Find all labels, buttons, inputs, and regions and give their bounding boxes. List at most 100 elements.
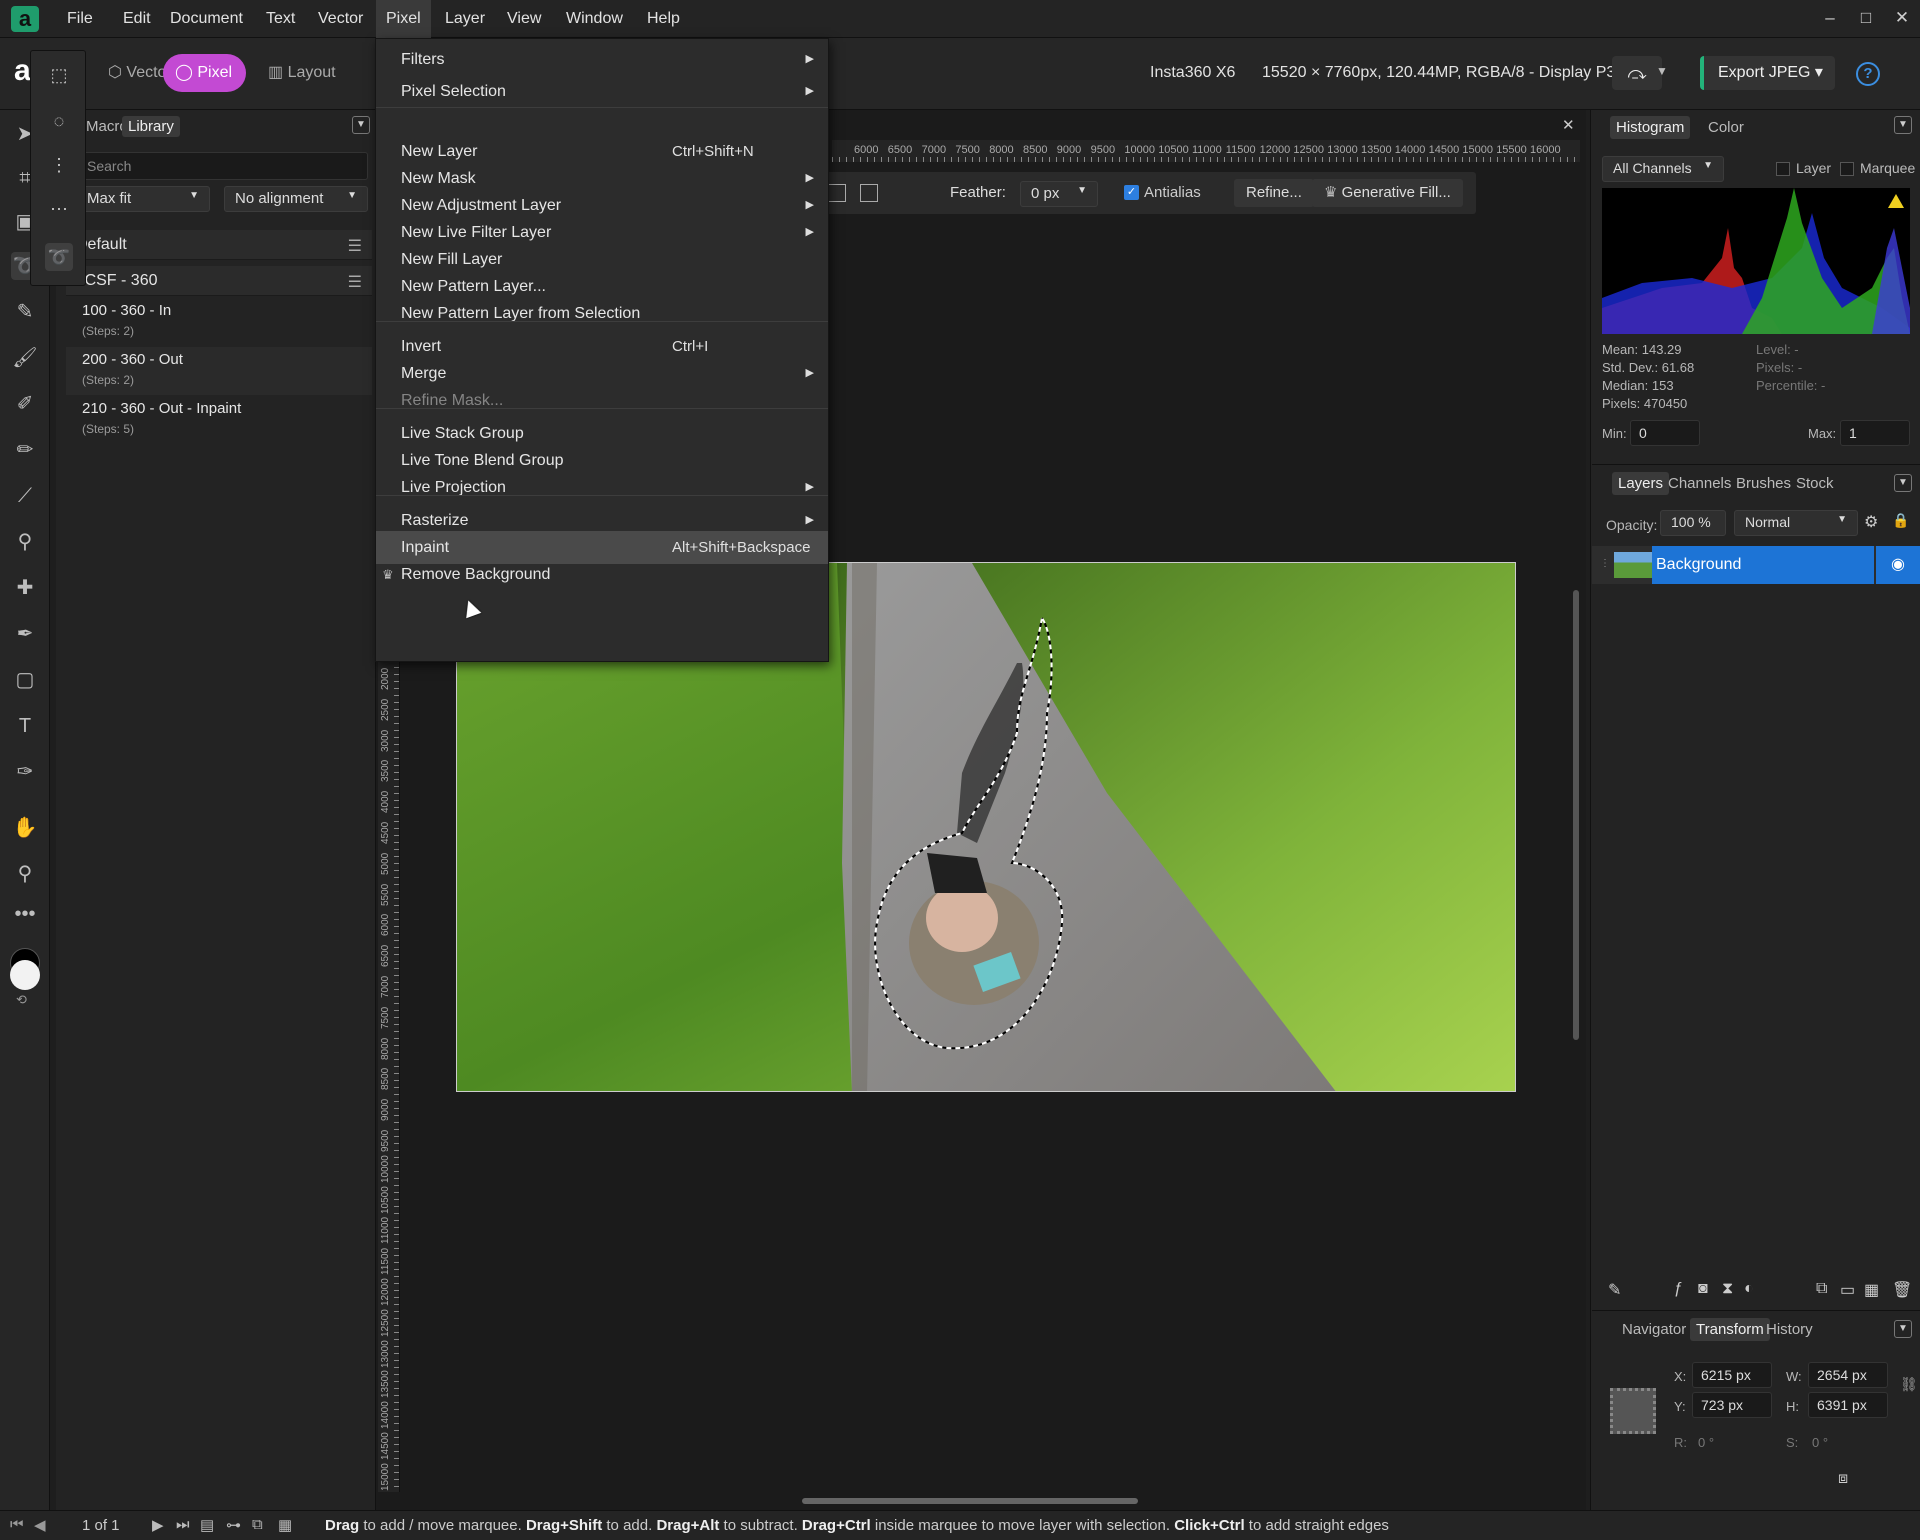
y-input[interactable]: 723 px [1692,1392,1772,1418]
menu-item-remove-background[interactable]: ♛ Remove Background [376,558,828,591]
tab-navigator[interactable]: Navigator [1616,1318,1692,1341]
snapping-icon[interactable]: ⤼ [1612,56,1662,90]
tab-history[interactable]: History [1760,1318,1819,1341]
macro-group-csf-360[interactable]: ▾ CSF - 360☰ [66,266,372,296]
feather-input[interactable]: 0 px ▼ [1020,181,1098,207]
refine-button[interactable]: Refine... [1234,179,1314,207]
tab-stock[interactable]: Stock [1790,472,1840,495]
close-icon[interactable]: ✕ [1882,0,1920,38]
panel-menu-icon[interactable]: ▼ [1894,1320,1912,1338]
pixel-layer-icon[interactable]: ▦ [1864,1280,1879,1300]
w-input[interactable]: 2654 px [1808,1362,1888,1388]
horizontal-scrollbar[interactable] [390,1496,1566,1506]
generative-fill-button[interactable]: ♛ Generative Fill... [1312,179,1463,207]
min-input[interactable]: 0 [1630,420,1700,446]
transform-origin-icon[interactable]: ⧈ [1838,1470,1848,1488]
play-icon[interactable]: ▶ [152,1516,164,1534]
adjustment-icon[interactable]: ◐ [1744,1280,1754,1298]
tab-library[interactable]: Library [122,116,180,137]
layer-row[interactable]: ⋮⋮ Background ◉ [1592,546,1920,584]
zoom-tool-icon[interactable]: ⚲ [11,860,39,888]
erase-brush-icon[interactable]: ✐ [11,390,39,418]
minimize-icon[interactable]: – [1810,0,1850,38]
maximize-icon[interactable]: □ [1846,0,1886,38]
blend-mode-dropdown[interactable]: Normal ▼ [1734,510,1858,536]
menu-vector[interactable]: Vector [308,0,373,38]
h-input[interactable]: 6391 px [1808,1392,1888,1418]
opacity-dropdown[interactable]: 100 % [1660,510,1726,536]
live-filter-icon[interactable]: ⧗ [1722,1280,1733,1298]
layer-name[interactable]: Background [1652,546,1874,584]
selection-add-icon[interactable] [860,184,878,202]
menu-document[interactable]: Document [160,0,253,38]
tab-brushes[interactable]: Brushes [1730,472,1797,495]
macro-item[interactable]: 100 - 360 - In (Steps: 2) [66,298,372,346]
menu-help[interactable]: Help [637,0,690,38]
list-icon[interactable]: ☰ [348,272,362,292]
menu-item-live-projection[interactable]: Live Projection ▶ [376,471,828,504]
macro-group-default[interactable]: Default ☰ [66,230,372,260]
menu-file[interactable]: File [57,0,103,38]
shear-input[interactable]: 0 ° [1812,1434,1828,1452]
rectangle-tool-icon[interactable]: ▢ [11,666,39,694]
persona-pixel[interactable]: ◯ Pixel [163,54,247,92]
tab-transform[interactable]: Transform [1690,1318,1770,1341]
text-tool-icon[interactable]: T [11,712,39,740]
menu-window[interactable]: Window [556,0,633,38]
panel-menu-icon[interactable]: ▼ [352,116,370,134]
menu-item-pixel-selection[interactable]: Pixel Selection ▶ [376,75,828,108]
flood-select-icon[interactable]: ✎ [11,298,39,326]
elliptical-marquee-icon[interactable]: ◌ [45,107,73,135]
tab-histogram[interactable]: Histogram [1610,116,1691,139]
link-icon[interactable]: ⊶ [226,1516,241,1534]
panel-menu-icon[interactable]: ▼ [1894,116,1912,134]
menu-view[interactable]: View [497,0,551,38]
fx-icon[interactable]: ƒ [1674,1280,1683,1298]
persona-layout[interactable]: ▥ Layout [256,54,350,92]
menu-text[interactable]: Text [256,0,305,38]
first-page-icon[interactable]: ⏮ [10,1516,24,1533]
list-icon[interactable]: ☰ [348,236,362,256]
dodge-brush-icon[interactable]: ✏ [11,436,39,464]
link-aspect-icon[interactable]: ⛓ [1900,1376,1918,1393]
selection-mode-icon[interactable] [828,184,846,202]
edit-layer-icon[interactable]: ✎ [1608,1280,1621,1300]
x-input[interactable]: 6215 px [1692,1362,1772,1388]
color-picker-icon[interactable]: ✑ [11,758,39,786]
column-marquee-icon[interactable]: ⋮ [45,151,73,179]
fit-dropdown[interactable]: Max fit ▼ [76,186,210,212]
macro-item[interactable]: 210 - 360 - Out - Inpaint (Steps: 5) [66,396,372,444]
panel-menu-icon[interactable]: ▼ [1894,474,1912,492]
copy-icon[interactable]: ⧉ [252,1516,263,1533]
chevron-down-icon[interactable]: ▼ [1656,64,1668,78]
paint-brush-icon[interactable]: 🖌 [11,344,39,372]
search-input[interactable]: Search [76,152,368,180]
prev-page-icon[interactable]: ◀ [34,1516,46,1534]
pen-tool-icon[interactable]: ✒ [11,620,39,648]
rotation-input[interactable]: 0 ° [1698,1434,1714,1452]
menu-item-new-pattern-layer-from-selection[interactable]: New Pattern Layer from Selection [376,297,828,330]
menu-edit[interactable]: Edit [113,0,161,38]
rectangular-marquee-icon[interactable]: ⬚ [45,61,73,89]
anchor-point-icon[interactable] [1610,1388,1656,1434]
last-page-icon[interactable]: ⏭ [176,1516,190,1533]
healing-icon[interactable]: ✚ [11,574,39,602]
row-marquee-icon[interactable]: ⋯ [45,195,73,223]
macro-item[interactable]: 200 - 360 - Out (Steps: 2) [66,347,372,395]
hand-tool-icon[interactable]: ✋ [11,814,39,842]
scrollbar-thumb[interactable] [1573,590,1579,1040]
more-tools-icon[interactable]: ••• [11,900,39,928]
tab-color[interactable]: Color [1702,116,1750,139]
channel-dropdown[interactable]: All Channels ▼ [1602,156,1724,182]
clone-stamp-icon[interactable]: ⚲ [11,528,39,556]
vertical-scrollbar[interactable] [1572,150,1580,1490]
max-input[interactable]: 1 [1840,420,1910,446]
tab-channels[interactable]: Channels [1662,472,1737,495]
layer-checkbox[interactable] [1776,162,1790,176]
trash-icon[interactable]: 🗑 [1892,1280,1912,1300]
grid-icon[interactable]: ▦ [278,1516,292,1534]
export-jpeg-button[interactable]: Export JPEG ▾ [1700,56,1835,90]
secondary-color-swatch[interactable] [10,960,40,990]
tab-layers[interactable]: Layers [1612,472,1670,495]
antialias-checkbox[interactable]: ✓ [1124,185,1139,200]
